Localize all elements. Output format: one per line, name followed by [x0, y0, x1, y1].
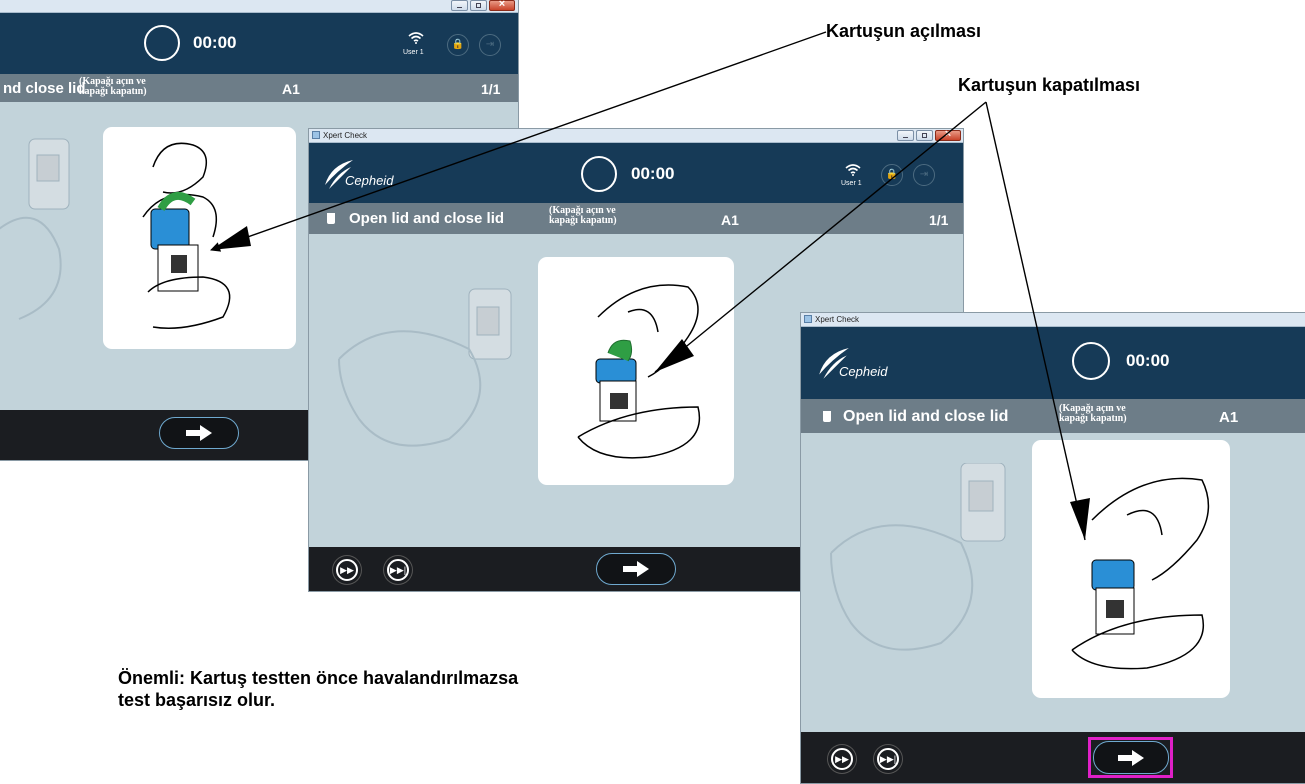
important-note: Önemli: Kartuş testten önce havalandırıl… — [118, 667, 658, 711]
opening-arrowhead — [211, 226, 251, 250]
note-line-1: Önemli: Kartuş testten önce havalandırıl… — [118, 668, 519, 688]
opening-arrow — [210, 31, 827, 252]
closing-arrow-front — [985, 101, 1086, 541]
callout-opening: Kartuşun açılması — [826, 21, 982, 41]
closing-arrowhead-middle — [655, 339, 694, 372]
closing-arrowhead-front — [1070, 498, 1090, 540]
callout-closing: Kartuşun kapatılması — [958, 75, 1141, 95]
note-line-2: test başarısız olur. — [118, 690, 276, 710]
closing-arrow-middle — [654, 101, 987, 373]
